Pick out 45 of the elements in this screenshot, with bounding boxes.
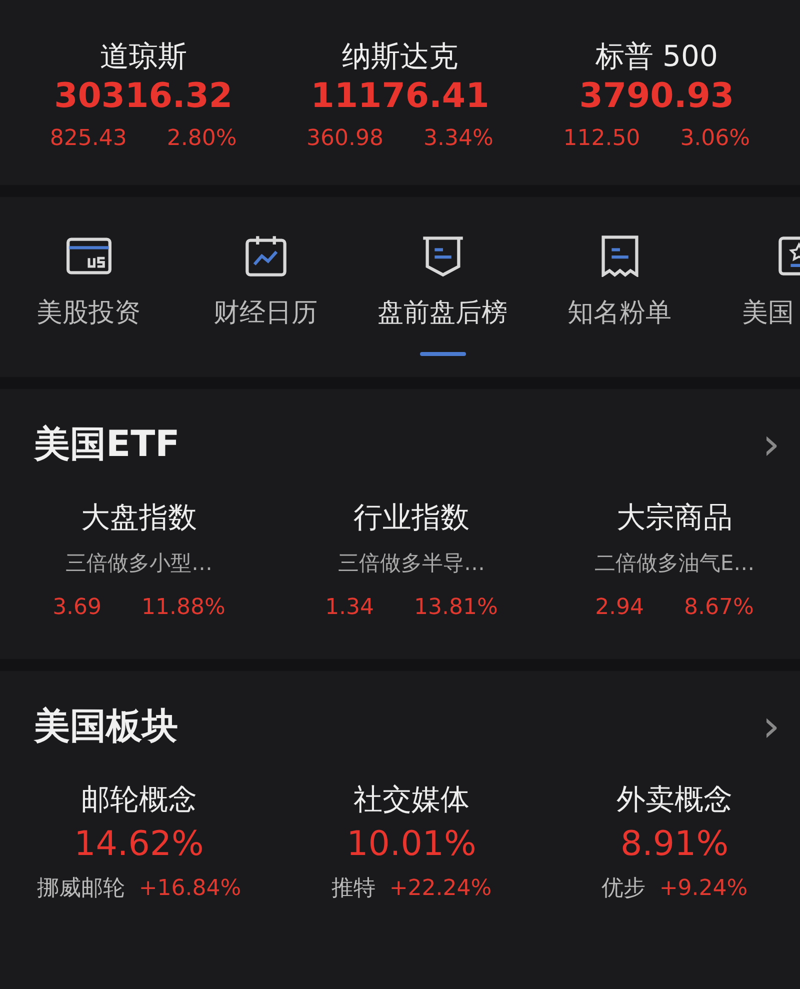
fund-price: 3.69 bbox=[52, 595, 102, 620]
index-change: 112.50 bbox=[563, 126, 640, 151]
nav-tab[interactable]: 美股投资 bbox=[0, 197, 177, 377]
sector-percent: 14.62% bbox=[74, 823, 204, 866]
index-percent: 2.80% bbox=[166, 126, 237, 151]
index-name: 道琼斯 bbox=[100, 38, 187, 74]
fund-percent: 13.81% bbox=[414, 595, 498, 620]
index-change: 825.43 bbox=[50, 126, 127, 151]
index-price: 30316.32 bbox=[54, 75, 233, 118]
index-percent: 3.34% bbox=[424, 126, 494, 151]
fund-name: 二倍做多油气E… bbox=[594, 550, 755, 577]
fund-percent: 8.67% bbox=[684, 595, 754, 620]
section-title: 美国板块 bbox=[34, 704, 178, 748]
leader-change: +9.24% bbox=[659, 876, 748, 901]
sector-name: 外卖概念 bbox=[616, 781, 732, 817]
sector-name: 邮轮概念 bbox=[81, 781, 197, 817]
nav-tab[interactable]: 盘前盘后榜 bbox=[354, 197, 531, 377]
index-name: 纳斯达克 bbox=[342, 38, 458, 74]
leader-change: +16.84% bbox=[138, 876, 242, 901]
index-change: 360.98 bbox=[306, 126, 384, 151]
etf-category: 大盘指数 bbox=[81, 499, 197, 535]
index-price: 11176.41 bbox=[310, 75, 490, 118]
nav-tab[interactable]: 知名粉单 bbox=[531, 197, 708, 377]
sector-name: 社交媒体 bbox=[354, 781, 470, 817]
index-price: 3790.93 bbox=[579, 75, 734, 118]
fund-percent: 11.88% bbox=[142, 595, 226, 620]
fund-name: 三倍做多半导… bbox=[338, 550, 485, 577]
leader-change: +22.24% bbox=[389, 876, 492, 901]
fund-price: 2.94 bbox=[595, 595, 644, 620]
sector-percent: 10.01% bbox=[346, 823, 476, 866]
nav-tab[interactable]: 美国 bbox=[708, 197, 800, 377]
fund-price: 1.34 bbox=[325, 595, 374, 620]
index-name: 标普 500 bbox=[595, 38, 718, 74]
etf-category: 行业指数 bbox=[354, 499, 470, 535]
sector-percent: 8.91% bbox=[620, 823, 728, 866]
fund-name: 三倍做多小型… bbox=[66, 550, 212, 577]
leader-stock: 优步 bbox=[601, 875, 646, 903]
index-percent: 3.06% bbox=[680, 126, 750, 151]
section-title: 美国ETF bbox=[34, 422, 180, 466]
leader-stock: 推特 bbox=[331, 875, 376, 903]
etf-category: 大宗商品 bbox=[616, 499, 732, 535]
card-icon bbox=[66, 235, 112, 277]
leader-stock: 挪威邮轮 bbox=[36, 875, 125, 903]
nav-tab[interactable]: 财经日历 bbox=[177, 197, 354, 377]
calendar-icon bbox=[242, 235, 288, 277]
